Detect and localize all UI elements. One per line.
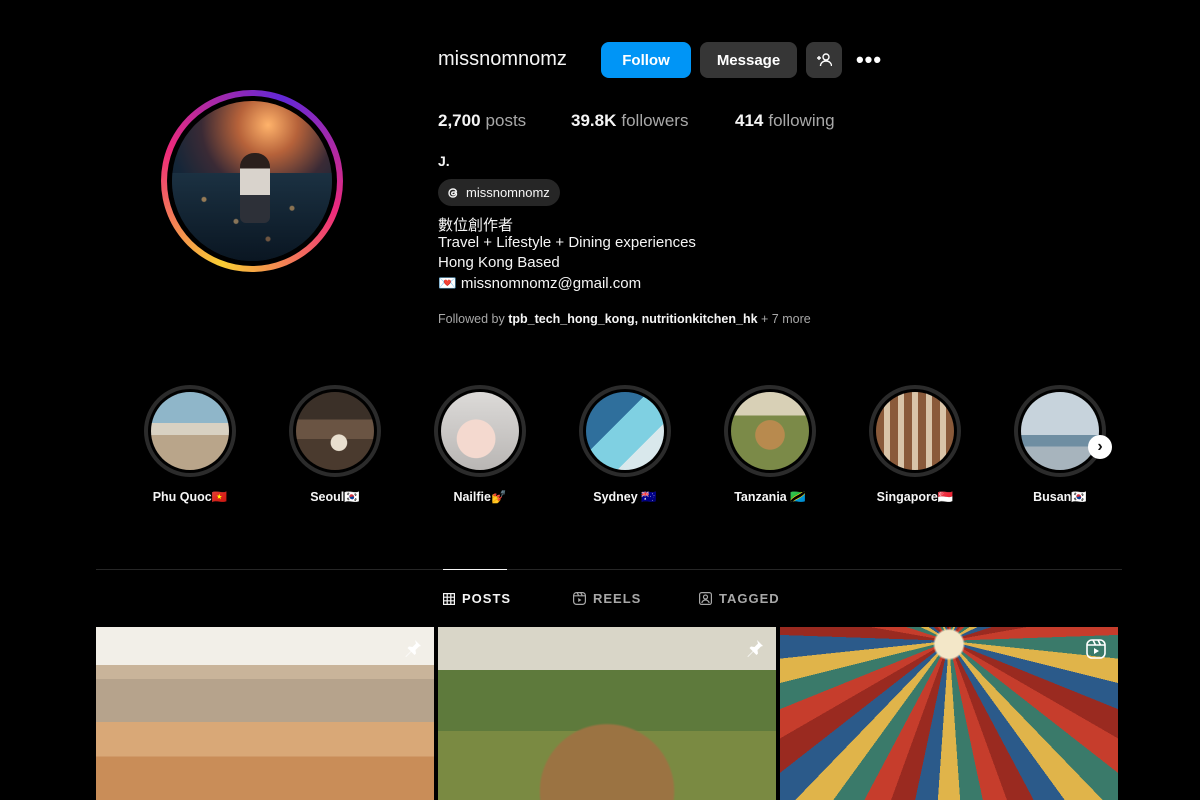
tabs-divider bbox=[96, 569, 1122, 570]
highlight-cover bbox=[731, 392, 809, 470]
chevron-right-icon: › bbox=[1097, 438, 1103, 455]
more-options-button[interactable]: ••• bbox=[856, 42, 882, 78]
followers-label: followers bbox=[621, 111, 689, 130]
highlight-ring bbox=[728, 389, 812, 473]
bio-line-category: 數位創作者 bbox=[438, 217, 514, 234]
highlight-cover bbox=[441, 392, 519, 470]
followed-by-user[interactable]: tpb_tech_hong_kong bbox=[508, 312, 634, 326]
highlight-ring bbox=[148, 389, 232, 473]
avatar-image bbox=[172, 101, 332, 261]
highlight-label: Phu Quoc🇻🇳 bbox=[152, 490, 228, 504]
message-button[interactable]: Message bbox=[700, 42, 797, 78]
highlight-cover bbox=[1021, 392, 1099, 470]
pin-icon bbox=[404, 639, 422, 662]
highlight-cover bbox=[876, 392, 954, 470]
highlight-label: Singapore🇸🇬 bbox=[876, 490, 954, 504]
pin-icon bbox=[746, 639, 764, 662]
highlight-busan[interactable] bbox=[1014, 385, 1106, 477]
highlights-next-button[interactable]: › bbox=[1088, 435, 1112, 459]
suggest-users-button[interactable] bbox=[806, 42, 842, 78]
bio-line-email: 💌 missnomnomz@gmail.com bbox=[438, 275, 642, 292]
tab-reels-label: REELS bbox=[593, 591, 642, 606]
threads-link[interactable]: missnomnomz bbox=[438, 179, 560, 206]
follow-button[interactable]: Follow bbox=[601, 42, 691, 78]
followed-by-user[interactable]: nutritionkitchen_hk bbox=[642, 312, 758, 326]
highlight-label: Busan🇰🇷 bbox=[1033, 490, 1087, 504]
tab-posts[interactable]: POSTS bbox=[443, 591, 511, 606]
highlight-tanzania[interactable] bbox=[724, 385, 816, 477]
posts-stat: 2,700 posts bbox=[438, 111, 526, 131]
followed-by-separator: , bbox=[634, 312, 639, 326]
post-thumbnail[interactable] bbox=[96, 627, 434, 800]
highlight-cover bbox=[151, 392, 229, 470]
highlight-label: Seoul🇰🇷 bbox=[310, 490, 360, 504]
threads-icon bbox=[448, 187, 458, 198]
following-label: following bbox=[768, 111, 835, 130]
highlight-label: Nailfie💅 bbox=[453, 490, 507, 504]
profile-username: missnomnomz bbox=[438, 48, 567, 70]
post-thumbnail[interactable] bbox=[438, 627, 776, 800]
highlight-phu-quoc[interactable] bbox=[144, 385, 236, 477]
highlight-ring bbox=[873, 389, 957, 473]
reels-icon bbox=[573, 592, 586, 605]
posts-count: 2,700 bbox=[438, 111, 481, 130]
threads-handle: missnomnomz bbox=[466, 185, 550, 200]
highlight-ring bbox=[583, 389, 667, 473]
highlight-nailfie[interactable] bbox=[434, 385, 526, 477]
highlight-ring bbox=[293, 389, 377, 473]
highlight-cover bbox=[586, 392, 664, 470]
highlight-ring bbox=[1018, 389, 1102, 473]
avatar-person bbox=[240, 153, 270, 223]
following-count: 414 bbox=[735, 111, 764, 130]
highlight-seoul[interactable] bbox=[289, 385, 381, 477]
highlight-label: Tanzania 🇹🇿 bbox=[734, 490, 806, 504]
tab-tagged-label: TAGGED bbox=[719, 591, 780, 606]
highlight-label: Sydney 🇦🇺 bbox=[593, 490, 657, 504]
highlight-cover bbox=[296, 392, 374, 470]
highlight-sydney[interactable] bbox=[579, 385, 671, 477]
active-tab-indicator bbox=[443, 569, 507, 570]
post-thumbnail[interactable] bbox=[780, 627, 1118, 800]
highlight-ring bbox=[438, 389, 522, 473]
followed-by-prefix: Followed by bbox=[438, 312, 505, 326]
tab-posts-label: POSTS bbox=[462, 591, 512, 606]
posts-label: posts bbox=[485, 111, 527, 130]
reel-icon bbox=[1086, 639, 1106, 664]
following-stat[interactable]: 414 following bbox=[735, 111, 835, 131]
followers-stat[interactable]: 39.8K followers bbox=[571, 111, 688, 131]
highlight-singapore[interactable] bbox=[869, 385, 961, 477]
bio-line-topics: Travel + Lifestyle + Dining experiences bbox=[438, 234, 696, 251]
grid-icon bbox=[443, 592, 455, 605]
avatar-border bbox=[167, 96, 337, 266]
followed-by-more: + 7 more bbox=[761, 312, 811, 326]
bio-line-location: Hong Kong Based bbox=[438, 254, 560, 271]
add-user-icon bbox=[817, 53, 832, 67]
tab-reels[interactable]: REELS bbox=[573, 591, 641, 606]
tagged-icon bbox=[699, 592, 712, 605]
tab-tagged[interactable]: TAGGED bbox=[699, 591, 780, 606]
display-name: J. bbox=[438, 153, 450, 169]
followed-by[interactable]: Followed by tpb_tech_hong_kong, nutritio… bbox=[438, 312, 811, 326]
followers-count: 39.8K bbox=[571, 111, 617, 130]
profile-avatar[interactable] bbox=[161, 90, 343, 272]
